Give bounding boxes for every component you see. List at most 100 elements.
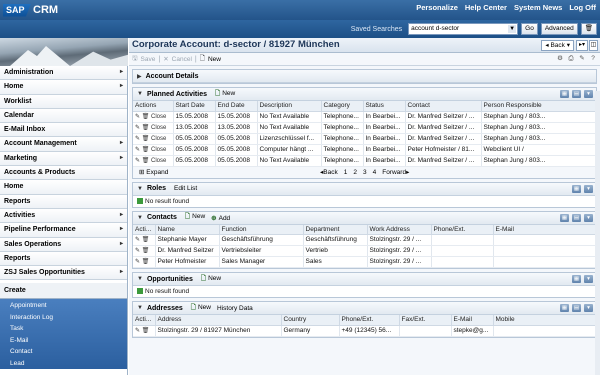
new-opportunity-button[interactable]: 🗋 New [201, 274, 221, 285]
edit-icon[interactable]: ✎ [135, 237, 142, 243]
table-settings-icon[interactable]: ▦ [560, 304, 569, 312]
vertical-scrollbar[interactable] [595, 91, 600, 375]
new-address-button[interactable]: 🗋 New [191, 303, 211, 314]
column-header[interactable]: Function [219, 224, 304, 235]
trash-icon[interactable]: 🗑 [142, 237, 150, 243]
new-activity-button[interactable]: 🗋 New [215, 89, 235, 100]
table-row[interactable]: ✎ 🗑 Close 05.05.2008 05.05.2008 Computer hä… [133, 144, 596, 156]
nav-item[interactable]: Calendar [0, 108, 127, 124]
edit-icon[interactable]: ✎ [135, 136, 142, 142]
help-center-link[interactable]: Help Center [465, 3, 507, 12]
print-icon[interactable]: ⎙ [567, 55, 575, 63]
column-header[interactable]: E-Mail [451, 315, 494, 326]
create-item[interactable]: Lead [0, 358, 127, 370]
collapse-icon[interactable]: ▼ [137, 215, 143, 221]
table-row[interactable]: ✎ 🗑 Close 05.05.2008 05.05.2008 No Text Ava… [133, 155, 596, 167]
column-header[interactable]: Status [363, 101, 406, 112]
column-header[interactable]: E-Mail [493, 224, 596, 235]
section-menu-icon[interactable]: ▾ [584, 184, 593, 193]
log-off-link[interactable]: Log Off [569, 3, 596, 12]
edit-icon[interactable]: ✎ [135, 328, 142, 334]
collapse-icon[interactable]: ▼ [137, 276, 143, 282]
table-row[interactable]: ✎ 🗑 Dr. Manfred Seitzer Vertriebsleiter Ver… [133, 245, 596, 257]
column-header[interactable]: End Date [215, 101, 258, 112]
section-menu-icon[interactable]: ▾ [584, 90, 593, 98]
export-icon[interactable]: ▤ [572, 90, 581, 98]
add-contact-button[interactable]: ⊕ Add [211, 214, 230, 222]
column-header[interactable]: Category [321, 101, 364, 112]
column-header[interactable]: Contact [405, 101, 482, 112]
column-header[interactable]: Mobile [493, 315, 596, 326]
column-header[interactable]: Acti... [133, 224, 156, 235]
new-contact-button[interactable]: 🗋 New [185, 212, 205, 223]
edit-icon[interactable]: ✎ [135, 248, 142, 254]
export-icon[interactable]: ▤ [572, 304, 581, 312]
page-forward-button[interactable]: Forward▸ [382, 167, 409, 178]
collapse-icon[interactable]: ▼ [137, 91, 143, 97]
back-button[interactable]: ◂ Back ▾ [541, 40, 574, 51]
page-3-link[interactable]: 3 [363, 167, 367, 178]
nav-item[interactable]: Sales Operations ▸ [0, 237, 127, 252]
page-back-button[interactable]: ◂Back [320, 167, 338, 178]
trash-icon[interactable]: 🗑 [142, 328, 150, 334]
row-actions-cell[interactable]: ✎ 🗑 [133, 325, 156, 337]
nav-item[interactable]: Activities ▸ [0, 208, 127, 224]
expand-link[interactable]: ⊞ Expand [139, 169, 168, 176]
page-1-link[interactable]: 1 [344, 167, 348, 178]
nav-item[interactable]: Pipeline Performance ▸ [0, 223, 127, 238]
table-row[interactable]: ✎ 🗑 Close 13.05.2008 13.05.2008 No Text Ava… [133, 122, 596, 134]
nav-item[interactable]: Account Management ▸ [0, 137, 127, 152]
edit-icon[interactable]: ✎ [135, 147, 142, 153]
table-settings-icon[interactable]: ▦ [572, 275, 581, 283]
column-header[interactable]: Description [257, 101, 322, 112]
history-icon[interactable]: ◫ [589, 40, 598, 51]
system-news-link[interactable]: System News [514, 3, 562, 12]
personalize-icon[interactable]: ✎ [578, 55, 586, 63]
close-link[interactable]: Close [151, 125, 166, 131]
create-item[interactable]: Contact [0, 346, 127, 358]
history-data-button[interactable]: History Data [217, 305, 253, 312]
forward-icon[interactable]: ▸▾ [576, 40, 588, 51]
nav-item[interactable]: E-Mail Inbox [0, 123, 127, 138]
column-header[interactable]: Start Date [173, 101, 216, 112]
chevron-down-icon[interactable]: ▼ [508, 25, 517, 33]
trash-icon[interactable]: 🗑 [580, 23, 597, 35]
create-item[interactable]: E-Mail [0, 335, 127, 347]
row-actions-cell[interactable]: ✎ 🗑 Close [133, 133, 174, 145]
advanced-button[interactable]: Advanced [540, 23, 578, 35]
column-header[interactable]: Phone/Ext. [339, 315, 400, 326]
table-settings-icon[interactable]: ▦ [560, 90, 569, 98]
column-header[interactable]: Actions [133, 101, 174, 112]
nav-item[interactable]: Administration ▸ [0, 66, 127, 81]
nav-item[interactable]: ZSJ Sales Opportunities ▸ [0, 266, 127, 281]
page-4-link[interactable]: 4 [373, 167, 377, 178]
save-button[interactable]: Save [141, 56, 156, 63]
trash-icon[interactable]: 🗑 [142, 136, 151, 142]
row-actions-cell[interactable]: ✎ 🗑 Close [133, 111, 174, 123]
trash-icon[interactable]: 🗑 [142, 248, 150, 254]
row-actions-cell[interactable]: ✎ 🗑 [133, 256, 156, 268]
expand-icon[interactable]: ▶ [137, 73, 142, 80]
column-header[interactable]: Phone/Ext. [431, 224, 494, 235]
nav-item[interactable]: Marketing ▸ [0, 151, 127, 167]
table-settings-icon[interactable]: ▦ [572, 184, 581, 193]
page-2-link[interactable]: 2 [353, 167, 357, 178]
table-settings-icon[interactable]: ▦ [560, 213, 569, 222]
nav-item[interactable]: Reports [0, 251, 127, 267]
trash-icon[interactable]: 🗑 [142, 147, 151, 153]
nav-item[interactable]: Accounts & Products [0, 166, 127, 181]
row-actions-cell[interactable]: ✎ 🗑 Close [133, 155, 174, 167]
edit-list-button[interactable]: Edit List [174, 185, 197, 192]
create-item[interactable]: Task [0, 323, 127, 335]
table-row[interactable]: ✎ 🗑 Close 15.05.2008 15.05.2008 No Text Ava… [133, 111, 596, 123]
edit-icon[interactable]: ✎ [135, 259, 142, 265]
column-header[interactable]: Acti... [133, 315, 156, 326]
export-icon[interactable]: ▤ [572, 213, 581, 222]
table-row[interactable]: ✎ 🗑 Stephanie Mayer Geschäftsführung Geschä… [133, 234, 596, 246]
row-actions-cell[interactable]: ✎ 🗑 [133, 245, 156, 257]
column-header[interactable]: Name [155, 224, 220, 235]
edit-icon[interactable]: ✎ [135, 114, 142, 120]
section-menu-icon[interactable]: ▾ [584, 304, 593, 312]
section-menu-icon[interactable]: ▾ [584, 213, 593, 222]
collapse-icon[interactable]: ▼ [137, 305, 143, 311]
